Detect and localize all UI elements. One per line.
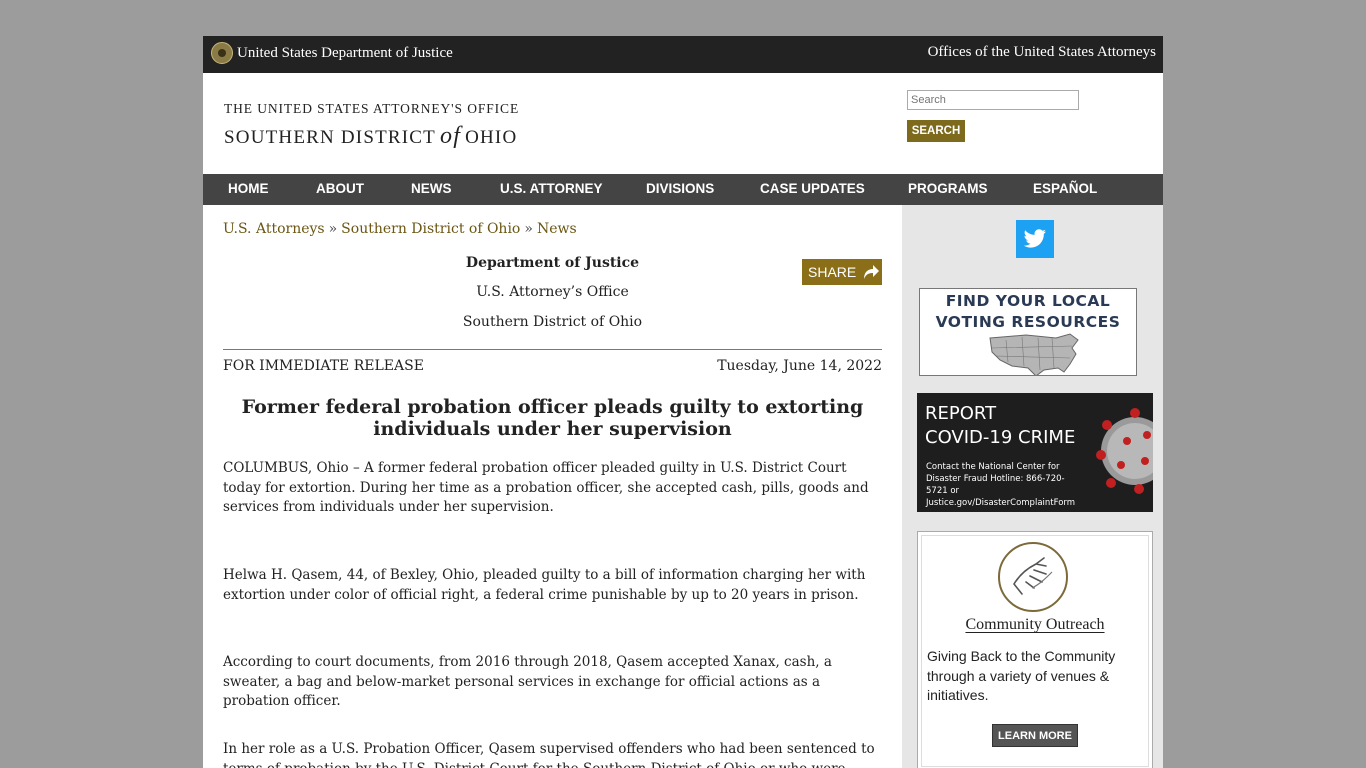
breadcrumb-us-attorneys[interactable]: U.S. Attorneys xyxy=(223,221,325,237)
covid-line2: COVID-19 CRIME xyxy=(925,427,1076,448)
search-input[interactable] xyxy=(907,90,1079,110)
outreach-title: Community Outreach xyxy=(965,616,1105,633)
vote-line1: FIND YOUR LOCAL xyxy=(945,292,1111,310)
logo-district: SOUTHERN DISTRICT xyxy=(224,127,436,148)
outreach-text: Giving Back to the Community through a v… xyxy=(927,648,1116,703)
press-office: U.S. Attorney’s Office xyxy=(476,284,629,300)
nav-home[interactable]: HOME xyxy=(228,181,269,196)
breadcrumb-news[interactable]: News xyxy=(537,221,577,237)
press-district: Southern District of Ohio xyxy=(462,314,643,330)
breadcrumb-district[interactable]: Southern District of Ohio xyxy=(341,221,520,237)
virus-icon xyxy=(1096,408,1153,494)
release-label: FOR IMMEDIATE RELEASE xyxy=(223,358,424,374)
logo-state: OHIO xyxy=(465,127,518,148)
learn-more-button[interactable]: LEARN MORE xyxy=(992,724,1078,747)
breadcrumb-separator: » xyxy=(328,221,338,237)
main-nav: HOME ABOUT NEWS U.S. ATTORNEY DIVISIONS … xyxy=(203,174,1163,205)
paragraph-2: Helwa H. Qasem, 44, of Bexley, Ohio, ple… xyxy=(223,567,866,603)
nav-divisions[interactable]: DIVISIONS xyxy=(646,181,714,196)
page: United States Department of Justice Offi… xyxy=(203,36,1163,768)
doj-seal-icon[interactable] xyxy=(211,42,233,64)
community-outreach-box: Community Outreach Giving Back to the Co… xyxy=(917,531,1153,768)
release-date: Tuesday, June 14, 2022 xyxy=(717,358,882,374)
outreach-hands-icon xyxy=(998,542,1068,612)
nav-news[interactable]: NEWS xyxy=(411,181,452,196)
usao-link[interactable]: Offices of the United States Attorneys xyxy=(928,44,1156,61)
office-logo-line2[interactable]: SOUTHERN DISTRICT of OHIO xyxy=(224,123,517,150)
nav-about[interactable]: ABOUT xyxy=(316,181,364,196)
covid-crime-banner[interactable]: REPORT COVID-19 CRIME Contact the Nation… xyxy=(917,393,1153,512)
vote-line2: VOTING RESOURCES xyxy=(935,313,1121,331)
paragraph-4: In her role as a U.S. Probation Officer,… xyxy=(223,741,875,768)
divider xyxy=(223,349,882,350)
breadcrumb: U.S. Attorneys» Southern District of Ohio… xyxy=(223,221,577,237)
doj-link[interactable]: United States Department of Justice xyxy=(237,45,453,62)
office-logo-line1[interactable]: THE UNITED STATES ATTORNEY'S OFFICE xyxy=(224,101,519,117)
top-bar: United States Department of Justice Offi… xyxy=(203,36,1163,73)
logo-of: of xyxy=(440,123,462,149)
sidebar: FIND YOUR LOCAL VOTING RESOURCES REPORT … xyxy=(902,205,1163,768)
nav-programs[interactable]: PROGRAMS xyxy=(908,181,988,196)
covid-hotline-text: Contact the National Center for Disaster… xyxy=(926,462,1076,508)
nav-espanol[interactable]: ESPAÑOL xyxy=(1033,181,1097,196)
covid-line1: REPORT xyxy=(925,403,997,424)
search-button[interactable]: SEARCH xyxy=(907,120,965,142)
press-org: Department of Justice xyxy=(465,255,640,271)
paragraph-3: According to court documents, from 2016 … xyxy=(223,654,832,709)
breadcrumb-separator: » xyxy=(524,221,533,237)
press-headline: Former federal probation officer pleads … xyxy=(241,396,864,440)
voting-resources-banner[interactable]: FIND YOUR LOCAL VOTING RESOURCES xyxy=(919,288,1137,376)
nav-us-attorney[interactable]: U.S. ATTORNEY xyxy=(500,181,603,196)
paragraph-1: COLUMBUS, Ohio – A former federal probat… xyxy=(223,460,869,515)
twitter-icon[interactable] xyxy=(1016,220,1054,258)
us-map-icon xyxy=(989,333,1079,375)
nav-case-updates[interactable]: CASE UPDATES xyxy=(760,181,865,196)
